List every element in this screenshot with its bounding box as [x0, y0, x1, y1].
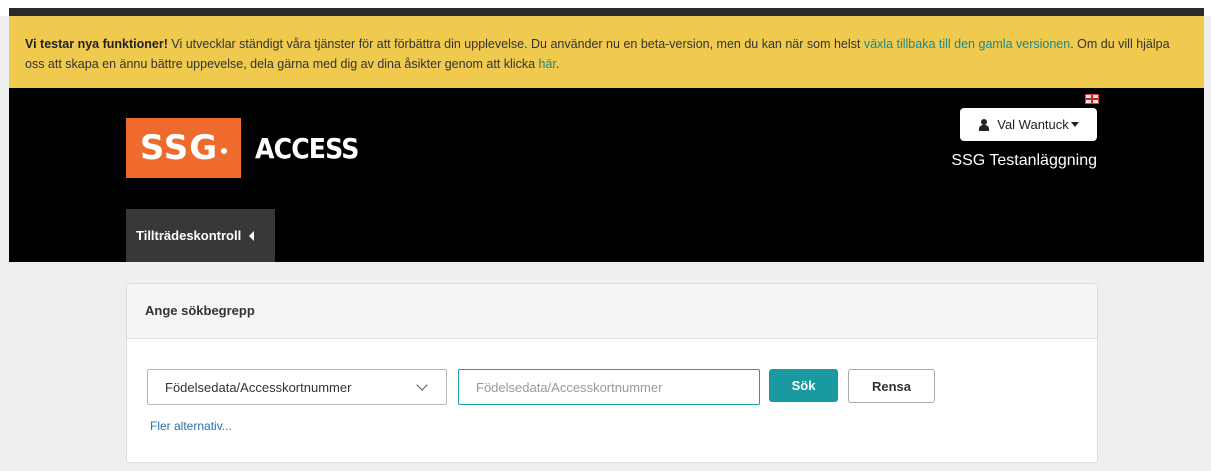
- beta-banner-lead: Vi testar nya funktioner!: [25, 37, 168, 51]
- user-name: Val Wantuck: [997, 117, 1069, 132]
- search-input[interactable]: [458, 369, 760, 405]
- beta-banner-text-1: Vi utvecklar ständigt våra tjänster för …: [167, 37, 864, 51]
- top-dark-bar: [9, 8, 1204, 16]
- beta-banner: Vi testar nya funktioner! Vi utvecklar s…: [9, 16, 1204, 88]
- switch-back-link[interactable]: växla tillbaka till den gamla versionen: [864, 37, 1070, 51]
- user-icon: [978, 118, 990, 131]
- search-button[interactable]: Sök: [769, 369, 838, 402]
- caret-down-icon: [1070, 122, 1079, 127]
- caret-left-icon: [249, 230, 255, 241]
- search-panel-title: Ange sökbegrepp: [127, 284, 1097, 339]
- clear-button[interactable]: Rensa: [848, 369, 935, 403]
- feedback-link[interactable]: här: [539, 57, 556, 71]
- flag-icon[interactable]: [1085, 94, 1099, 104]
- organization-name: SSG Testanläggning: [951, 152, 1097, 169]
- beta-banner-text-3: .: [555, 57, 560, 71]
- site-header: SSG ACCESS Val Wantuck SSG Testanläggnin…: [9, 88, 1204, 262]
- top-strip: [0, 0, 1211, 16]
- more-options-link[interactable]: Fler alternativ...: [150, 419, 232, 433]
- search-type-select[interactable]: Födelsedata/Accesskortnummer: [147, 369, 447, 405]
- user-menu-button[interactable]: Val Wantuck: [960, 108, 1097, 141]
- chevron-down-icon: [416, 379, 428, 391]
- nav-tab-access-control[interactable]: Tillträdeskontroll: [126, 209, 275, 262]
- search-type-value: Födelsedata/Accesskortnummer: [165, 379, 352, 395]
- nav-tab-label: Tillträdeskontroll: [136, 228, 242, 243]
- search-panel: Ange sökbegrepp Födelsedata/Accesskortnu…: [126, 283, 1098, 463]
